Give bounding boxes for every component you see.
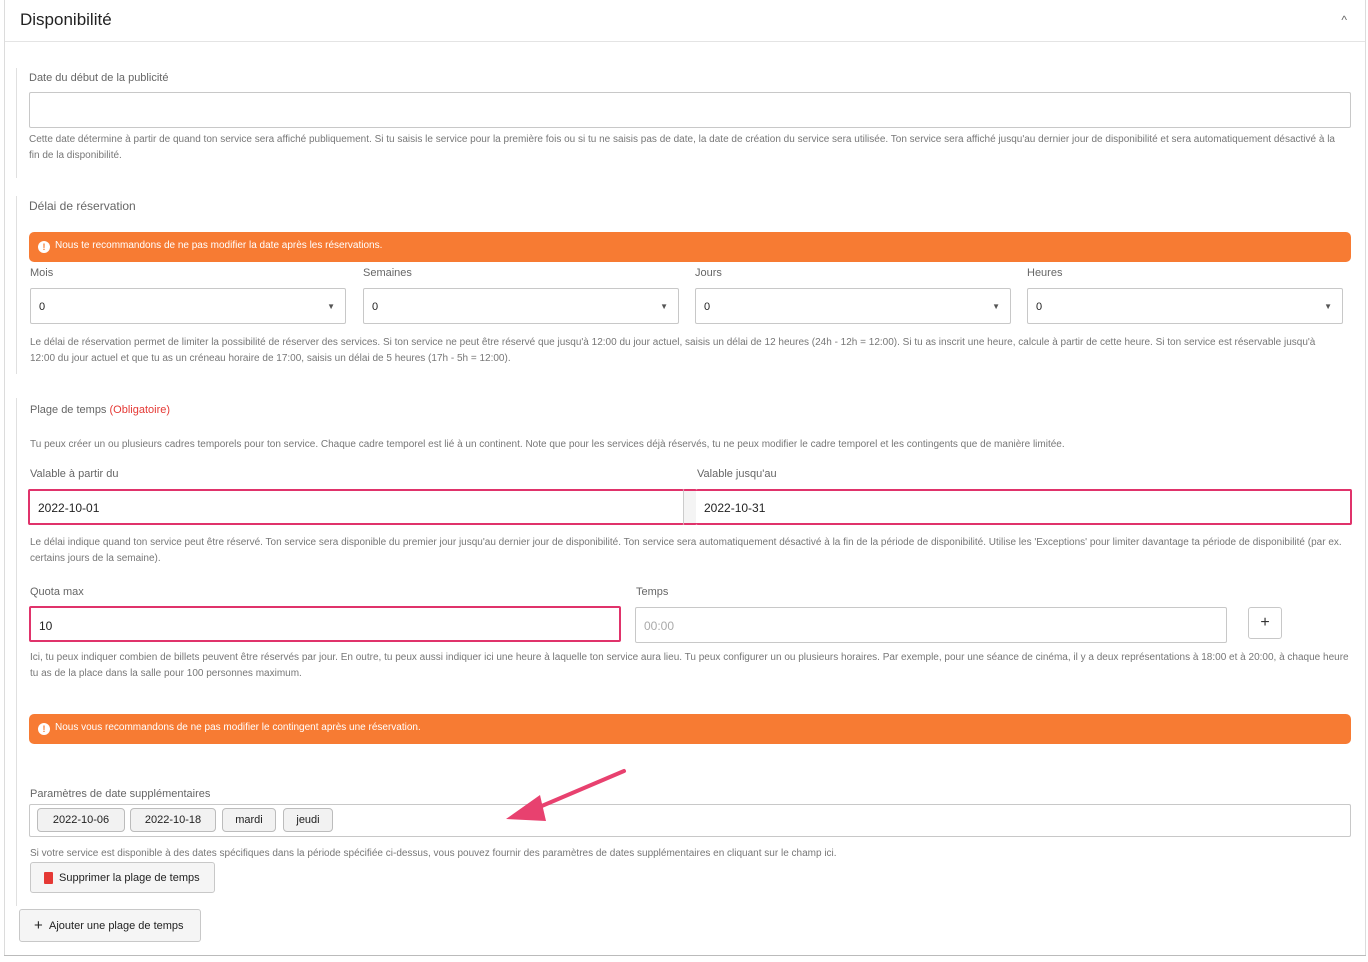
days-label: Jours — [695, 267, 722, 279]
weeks-label: Semaines — [363, 267, 412, 279]
date-chip[interactable]: 2022-10-06 — [37, 808, 125, 832]
to-label: Valable jusqu'au — [697, 468, 777, 480]
days-select[interactable]: 0 ▼ — [695, 288, 1011, 324]
from-date-value: 2022-10-01 — [38, 501, 100, 515]
pub-date-label: Date du début de la publicité — [29, 72, 169, 84]
alert-circle-icon: ! — [38, 241, 50, 253]
months-label: Mois — [30, 267, 54, 279]
delete-range-button[interactable]: Supprimer la plage de temps — [30, 862, 215, 893]
panel-bottom-edge — [4, 952, 1366, 956]
booking-delay-alert-text: Nous te recommandons de ne pas modifier … — [55, 240, 383, 251]
annotation-arrow-icon — [506, 769, 626, 821]
alert-circle-icon: ! — [38, 723, 50, 735]
months-value: 0 — [39, 301, 46, 313]
time-range-title: Plage de temps — [30, 404, 107, 416]
chevron-up-icon[interactable]: ^ — [1341, 13, 1347, 27]
add-time-button[interactable]: + — [1248, 607, 1282, 639]
weeks-select[interactable]: 0 ▼ — [363, 288, 679, 324]
hours-label: Heures — [1027, 267, 1063, 279]
add-range-label: Ajouter une plage de temps — [49, 920, 184, 932]
months-select[interactable]: 0 ▼ — [30, 288, 346, 324]
panel-title: Disponibilité — [20, 10, 112, 29]
time-placeholder: 00:00 — [644, 619, 675, 633]
extra-dates-label: Paramètres de date supplémentaires — [30, 788, 211, 800]
weeks-value: 0 — [372, 301, 379, 313]
quota-input[interactable]: 10 — [29, 606, 621, 642]
quota-alert: ! Nous vous recommandons de ne pas modif… — [29, 714, 1351, 744]
period-help: Le délai indique quand ton service peut … — [30, 537, 1342, 564]
add-range-button[interactable]: + Ajouter une plage de temps — [19, 909, 201, 942]
hours-select[interactable]: 0 ▼ — [1027, 288, 1343, 324]
trash-icon — [44, 872, 53, 884]
date-chip[interactable]: 2022-10-18 — [130, 808, 216, 832]
booking-delay-alert: ! Nous te recommandons de ne pas modifie… — [29, 232, 1351, 262]
time-label: Temps — [636, 586, 669, 598]
plus-icon: + — [34, 917, 43, 934]
booking-delay-label: Délai de réservation — [29, 199, 136, 213]
pub-date-section: Date du début de la publicité Cette date… — [16, 68, 1356, 178]
extra-dates-help: Si votre service est disponible à des da… — [30, 848, 837, 859]
time-input[interactable]: 00:00 — [635, 607, 1227, 643]
weekday-chip[interactable]: mardi — [222, 808, 276, 832]
required-marker: (Obligatoire) — [109, 404, 171, 416]
caret-down-icon: ▼ — [660, 302, 668, 311]
caret-down-icon: ▼ — [992, 302, 1000, 311]
weekday-chip[interactable]: jeudi — [283, 808, 333, 832]
delete-range-label: Supprimer la plage de temps — [59, 872, 200, 884]
to-date-input[interactable]: 2022-10-31 — [696, 489, 1352, 525]
from-date-input[interactable]: 2022-10-01 — [28, 489, 684, 525]
panel-header[interactable]: Disponibilité ^ — [5, 0, 1365, 42]
quota-value: 10 — [39, 619, 53, 633]
time-range-label: Plage de temps (Obligatoire) — [30, 404, 170, 416]
from-label: Valable à partir du — [30, 468, 119, 480]
pub-date-input[interactable] — [29, 92, 1351, 128]
hours-value: 0 — [1036, 301, 1043, 313]
quota-help: Ici, tu peux indiquer combien de billets… — [30, 652, 1349, 679]
booking-delay-help: Le délai de réservation permet de limite… — [30, 337, 1316, 364]
days-value: 0 — [704, 301, 711, 313]
range-divider — [683, 489, 697, 525]
pub-date-help: Cette date détermine à partir de quand t… — [29, 134, 1335, 161]
caret-down-icon: ▼ — [327, 302, 335, 311]
caret-down-icon: ▼ — [1324, 302, 1332, 311]
to-date-value: 2022-10-31 — [704, 501, 766, 515]
time-range-intro: Tu peux créer un ou plusieurs cadres tem… — [30, 439, 1065, 450]
quota-label: Quota max — [30, 586, 84, 598]
quota-alert-text: Nous vous recommandons de ne pas modifie… — [55, 722, 421, 733]
